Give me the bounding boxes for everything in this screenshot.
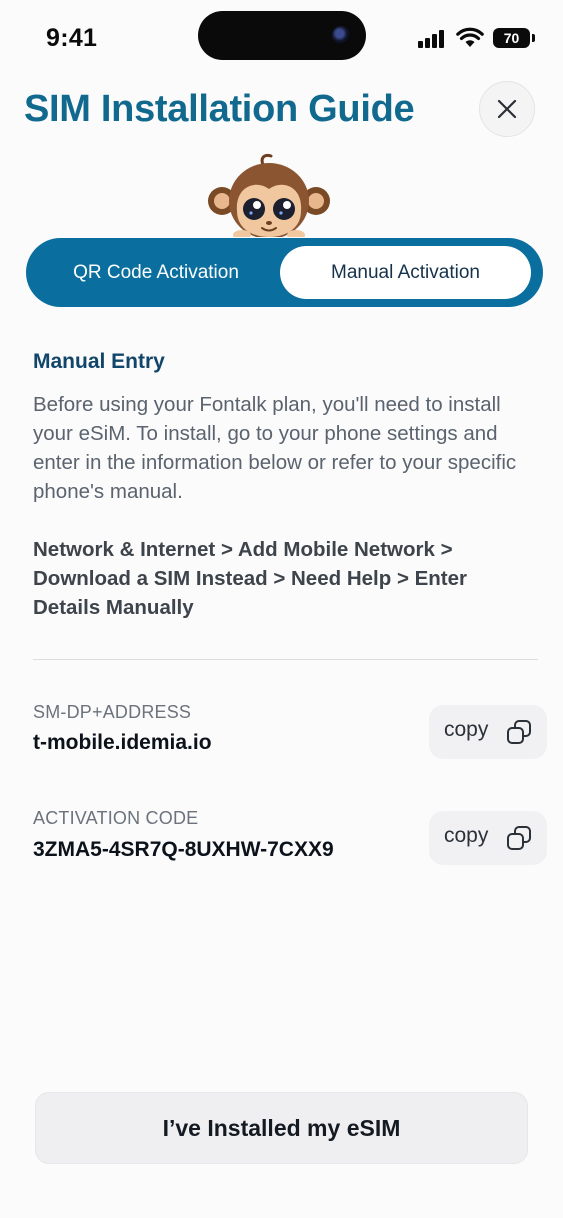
close-icon [497,99,517,119]
monkey-mascot-icon [208,153,330,237]
tab-qr-code-activation[interactable]: QR Code Activation [36,246,276,299]
tab-manual-activation[interactable]: Manual Activation [280,246,531,299]
installed-esim-button-label: I’ve Installed my eSIM [162,1115,401,1141]
divider [33,659,538,660]
page-title: SIM Installation Guide [24,88,415,130]
copy-smdp-address-button[interactable]: copy [429,705,547,759]
activation-tabs: QR Code Activation Manual Activation [26,238,543,307]
copy-button-label: copy [444,718,489,741]
settings-path: Network & Internet > Add Mobile Network … [33,538,468,619]
copy-icon [507,720,531,744]
dynamic-island [198,11,366,60]
activation-code-label: ACTIVATION CODE [33,808,199,828]
wifi-icon [456,27,484,47]
copy-button-label: copy [444,824,489,847]
status-time: 9:41 [46,24,98,52]
smdp-address-label: SM-DP+ADDRESS [33,702,192,722]
smdp-address-value: t-mobile.idemia.io [33,731,212,754]
camera-lens [332,26,351,45]
status-bar: 9:41 70 [0,0,563,74]
installed-esim-button[interactable]: I’ve Installed my eSIM [35,1092,528,1164]
battery-icon: 70 [493,28,530,48]
battery-tip [532,34,535,42]
intro-text: Before using your Fontalk plan, you'll n… [33,393,517,503]
close-button[interactable] [479,81,535,137]
activation-code-value: 3ZMA5-4SR7Q-8UXHW-7CXX9 [33,838,334,861]
section-heading: Manual Entry [33,350,165,373]
copy-activation-code-button[interactable]: copy [429,811,547,865]
copy-icon [507,826,531,850]
cellular-signal-icon [418,30,446,48]
